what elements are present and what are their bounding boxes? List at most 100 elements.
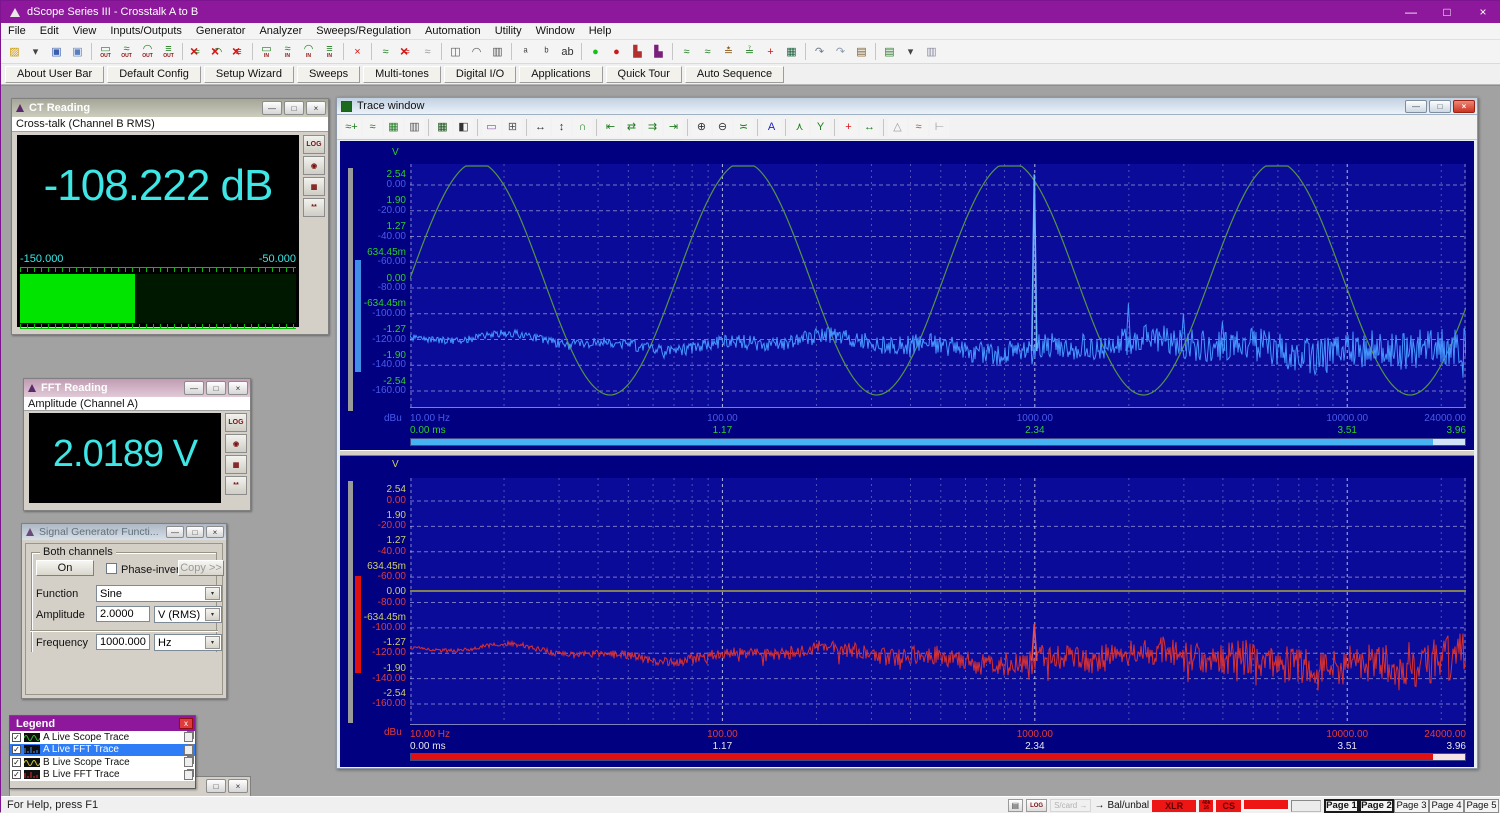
fragment-restore-button[interactable]: □ — [206, 779, 226, 793]
channel-check-b-icon[interactable]: ᵇ — [537, 42, 556, 61]
plot-channel-b[interactable] — [410, 478, 1466, 725]
ct-minimize-button[interactable]: — — [262, 101, 282, 115]
meter-window-icon[interactable]: ◠ — [467, 42, 486, 61]
menu-sweeps-regulation[interactable]: Sweeps/Regulation — [309, 24, 418, 38]
legend-item-3[interactable]: ✓B Live Scope Trace — [10, 756, 195, 769]
legend-item-1[interactable]: ✓A Live Scope Trace — [10, 731, 195, 744]
y-scroll-thumb[interactable] — [355, 260, 361, 372]
zoom-in-icon[interactable]: ⊕ — [692, 118, 711, 137]
copy-trace-icon[interactable] — [184, 770, 193, 780]
siggen-restore-button[interactable]: □ — [186, 526, 204, 538]
menu-edit[interactable]: Edit — [33, 24, 66, 38]
menu-generator[interactable]: Generator — [189, 24, 253, 38]
analog-input-icon[interactable]: ▭IN — [257, 42, 276, 61]
axis-cross-icon[interactable]: + — [761, 42, 780, 61]
userbar-setup-wizard[interactable]: Setup Wizard — [204, 66, 294, 83]
trace-image-icon[interactable]: ▦ — [384, 118, 403, 137]
chevron-down-icon[interactable]: ▾ — [205, 608, 220, 621]
userbar-applications[interactable]: Applications — [519, 66, 602, 83]
menu-window[interactable]: Window — [529, 24, 582, 38]
mute-output-meter-icon[interactable]: ◠× — [208, 42, 227, 61]
restore-button[interactable]: □ — [1429, 1, 1465, 23]
reading-window-icon[interactable]: ◫ — [446, 42, 465, 61]
trace-visible-checkbox[interactable]: ✓ — [12, 745, 21, 754]
sweep-chart-green-icon[interactable]: ▙ — [649, 42, 668, 61]
close-button[interactable]: × — [1465, 1, 1500, 23]
print-status-icon[interactable]: ▤ — [1008, 799, 1024, 812]
add-marker-icon[interactable]: + — [839, 118, 858, 137]
menu-inputs-outputs[interactable]: Inputs/Outputs — [103, 24, 189, 38]
multitone-in-icon[interactable]: ≡IN — [320, 42, 339, 61]
export-dropdown[interactable]: ▾ — [901, 42, 920, 61]
sweep-settle-icon[interactable]: ≟ — [740, 42, 759, 61]
export-results-icon[interactable]: ▤ — [880, 42, 899, 61]
shift-up-icon[interactable]: △ — [888, 118, 907, 137]
copy-settings-button[interactable]: Copy >> — [178, 560, 224, 576]
trace-visible-checkbox[interactable]: ✓ — [12, 758, 21, 767]
regulate-icon[interactable]: ↷ — [810, 42, 829, 61]
sweep-multi-icon[interactable]: ≛ — [719, 42, 738, 61]
zoom-y-extents-icon[interactable]: ↕ — [552, 118, 571, 137]
y-scroll-track[interactable] — [348, 168, 353, 411]
page-button-5[interactable]: Page 5 — [1464, 799, 1499, 813]
scope-trace-icon[interactable]: ≈ — [376, 42, 395, 61]
x-scrollbar-thumb[interactable] — [411, 439, 1433, 445]
run-icon[interactable]: ● — [586, 42, 605, 61]
chevron-down-icon[interactable]: ▾ — [205, 636, 220, 649]
page-button-2[interactable]: Page 2 — [1359, 799, 1394, 813]
chevron-down-icon[interactable]: ▾ — [205, 587, 220, 600]
menu-view[interactable]: View — [66, 24, 104, 38]
menu-analyzer[interactable]: Analyzer — [252, 24, 309, 38]
menu-help[interactable]: Help — [582, 24, 619, 38]
pan-left-icon[interactable]: ⇄ — [622, 118, 641, 137]
cursor-one-icon[interactable]: ⋏ — [790, 118, 809, 137]
y-scroll-track[interactable] — [348, 481, 353, 723]
regulate-once-icon[interactable]: ↷ — [831, 42, 850, 61]
fft-trace-icon[interactable]: ≈× — [397, 42, 416, 61]
cursor-two-icon[interactable]: Y — [811, 118, 830, 137]
pan-end-icon[interactable]: ⇥ — [664, 118, 683, 137]
trace-minimize-button[interactable]: — — [1405, 100, 1427, 113]
link-cursors-icon[interactable]: ↔ — [860, 118, 879, 137]
output-meter-icon[interactable]: ◠OUT — [138, 42, 157, 61]
add-trace-icon[interactable]: ≈+ — [342, 118, 361, 137]
mute-generator-icon[interactable]: ≈× — [187, 42, 206, 61]
userbar-quick-tour[interactable]: Quick Tour — [606, 66, 682, 83]
fragment-close-button[interactable]: × — [228, 779, 248, 793]
generator-on-button[interactable]: On — [36, 560, 94, 576]
stop-icon[interactable]: ● — [607, 42, 626, 61]
fit-trace-icon[interactable]: ∩ — [573, 118, 592, 137]
axis-setup-icon[interactable]: ⊢ — [930, 118, 949, 137]
trace-close-button[interactable]: × — [1453, 100, 1475, 113]
userbar-auto-sequence[interactable]: Auto Sequence — [685, 66, 784, 83]
signal-generator-icon[interactable]: ≈OUT — [117, 42, 136, 61]
frequency-unit-select[interactable]: Hz ▾ — [154, 634, 222, 651]
fft-minimize-button[interactable]: — — [184, 381, 204, 395]
panel-splitter[interactable] — [340, 450, 1474, 456]
fft-restore-button[interactable]: □ — [206, 381, 226, 395]
pan-start-icon[interactable]: ⇤ — [601, 118, 620, 137]
plot-channel-a[interactable] — [410, 164, 1466, 408]
fft-reading-titlebar[interactable]: FFT Reading — □ × — [24, 379, 250, 397]
pin-window-button[interactable]: ** — [225, 476, 247, 495]
log-readings-button[interactable]: LOG — [303, 135, 325, 154]
sweep-trace-icon[interactable]: ≈ — [418, 42, 437, 61]
minimize-button[interactable]: — — [1393, 1, 1429, 23]
zoom-out-icon[interactable]: ⊖ — [713, 118, 732, 137]
mute-input-icon[interactable]: × — [348, 42, 367, 61]
grid-settings-icon[interactable]: ⊞ — [503, 118, 522, 137]
ct-reading-titlebar[interactable]: CT Reading — □ × — [12, 99, 328, 117]
trace-window-titlebar[interactable]: Trace window — □ × — [337, 98, 1477, 115]
remove-trace-icon[interactable]: ≈ — [363, 118, 382, 137]
userbar-multi-tones[interactable]: Multi-tones — [363, 66, 441, 83]
open-config-icon[interactable]: ▨ — [5, 42, 24, 61]
phase-invert-checkbox[interactable] — [106, 563, 117, 574]
copy-trace-icon[interactable] — [184, 757, 193, 767]
trace-legend-icon[interactable]: ◧ — [454, 118, 473, 137]
legend-item-2[interactable]: ✓A Live FFT Trace — [10, 744, 195, 757]
frequency-input[interactable]: 1000.000 — [96, 634, 150, 650]
legend-close-button[interactable]: x — [179, 718, 193, 729]
menu-file[interactable]: File — [1, 24, 33, 38]
userbar-default-config[interactable]: Default Config — [107, 66, 201, 83]
pin-window-button[interactable]: ** — [303, 198, 325, 217]
